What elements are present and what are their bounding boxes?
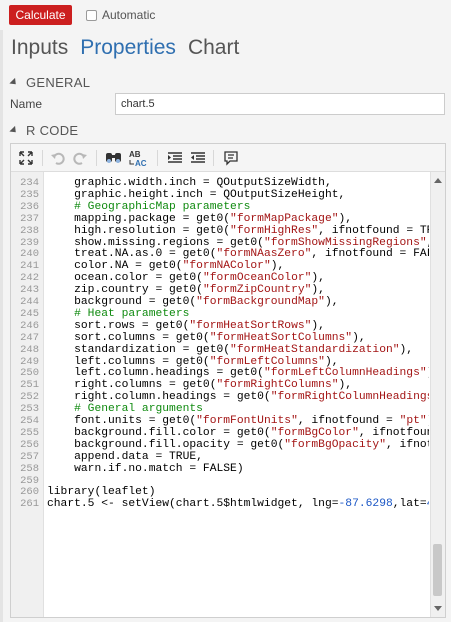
expand-icon[interactable] bbox=[17, 149, 35, 167]
toolbar-divider bbox=[42, 150, 43, 166]
line-number: 261 bbox=[20, 498, 39, 511]
tab-bar: Inputs Properties Chart bbox=[11, 34, 251, 64]
indent-icon[interactable] bbox=[166, 149, 184, 167]
svg-text:AB: AB bbox=[129, 150, 141, 159]
toolbar-divider bbox=[96, 150, 97, 166]
general-section-title: GENERAL bbox=[26, 74, 91, 90]
redo-icon[interactable] bbox=[71, 149, 89, 167]
scrollbar-thumb[interactable] bbox=[433, 544, 442, 596]
rcode-section-title: R CODE bbox=[26, 122, 79, 138]
code-text-area[interactable]: graphic.width.inch = QOutputSizeWidth, g… bbox=[45, 172, 429, 617]
line-number: 255 bbox=[20, 426, 39, 439]
line-number: 247 bbox=[20, 331, 39, 344]
replace-icon[interactable]: AB AC bbox=[127, 149, 149, 167]
tab-inputs[interactable]: Inputs bbox=[11, 34, 68, 64]
automatic-checkbox[interactable] bbox=[86, 9, 97, 21]
automatic-toggle[interactable]: Automatic bbox=[86, 8, 155, 22]
general-section-header[interactable]: GENERAL bbox=[9, 74, 91, 90]
line-number: 236 bbox=[20, 200, 39, 213]
code-line: warn.if.no.match = FALSE) bbox=[47, 462, 244, 475]
code-line: # GeographicMap parameters bbox=[74, 200, 251, 213]
toolbar-divider bbox=[213, 150, 214, 166]
top-toolbar: Calculate Automatic bbox=[0, 0, 451, 30]
code-line: # Heat parameters bbox=[74, 307, 190, 320]
code-line: background.fill.opacity = get0("formBgOp… bbox=[47, 438, 429, 451]
calculate-button[interactable]: Calculate bbox=[9, 5, 72, 25]
outdent-icon[interactable] bbox=[189, 149, 207, 167]
name-label: Name bbox=[10, 97, 43, 111]
collapse-triangle-icon bbox=[9, 125, 19, 135]
svg-text:AC: AC bbox=[135, 159, 147, 167]
name-input[interactable] bbox=[115, 93, 445, 115]
line-number: 238 bbox=[20, 224, 39, 237]
code-line: chart.5 <- setView(chart.5$htmlwidget, l… bbox=[47, 498, 429, 511]
line-number: 256 bbox=[20, 438, 39, 451]
toolbar-divider bbox=[157, 150, 158, 166]
comment-icon[interactable] bbox=[222, 149, 240, 167]
line-number: 258 bbox=[20, 462, 39, 475]
vertical-scrollbar[interactable] bbox=[430, 172, 445, 617]
tab-chart[interactable]: Chart bbox=[188, 34, 239, 64]
code-editor: AB AC 234 235 236 237 238 239 240 241 242 243 244 24… bbox=[10, 143, 446, 618]
line-number: 235 bbox=[20, 188, 39, 201]
line-number: 245 bbox=[20, 307, 39, 320]
line-number: 248 bbox=[20, 343, 39, 356]
undo-icon[interactable] bbox=[49, 149, 67, 167]
rcode-section-header[interactable]: R CODE bbox=[9, 122, 79, 138]
code-line: append.data = TRUE, bbox=[47, 450, 203, 463]
line-number: 246 bbox=[20, 319, 39, 332]
scroll-up-icon[interactable] bbox=[434, 178, 442, 183]
line-number: 257 bbox=[20, 450, 39, 463]
automatic-label: Automatic bbox=[102, 8, 156, 22]
collapse-triangle-icon bbox=[9, 77, 19, 87]
scroll-down-icon[interactable] bbox=[434, 606, 442, 611]
line-number-gutter: 234 235 236 237 238 239 240 241 242 243 244 245 246 2… bbox=[11, 172, 44, 617]
find-icon[interactable] bbox=[105, 149, 123, 167]
tab-properties[interactable]: Properties bbox=[80, 34, 176, 64]
editor-toolbar: AB AC bbox=[11, 144, 445, 172]
line-number: 237 bbox=[20, 212, 39, 225]
left-edge-border bbox=[0, 30, 3, 622]
